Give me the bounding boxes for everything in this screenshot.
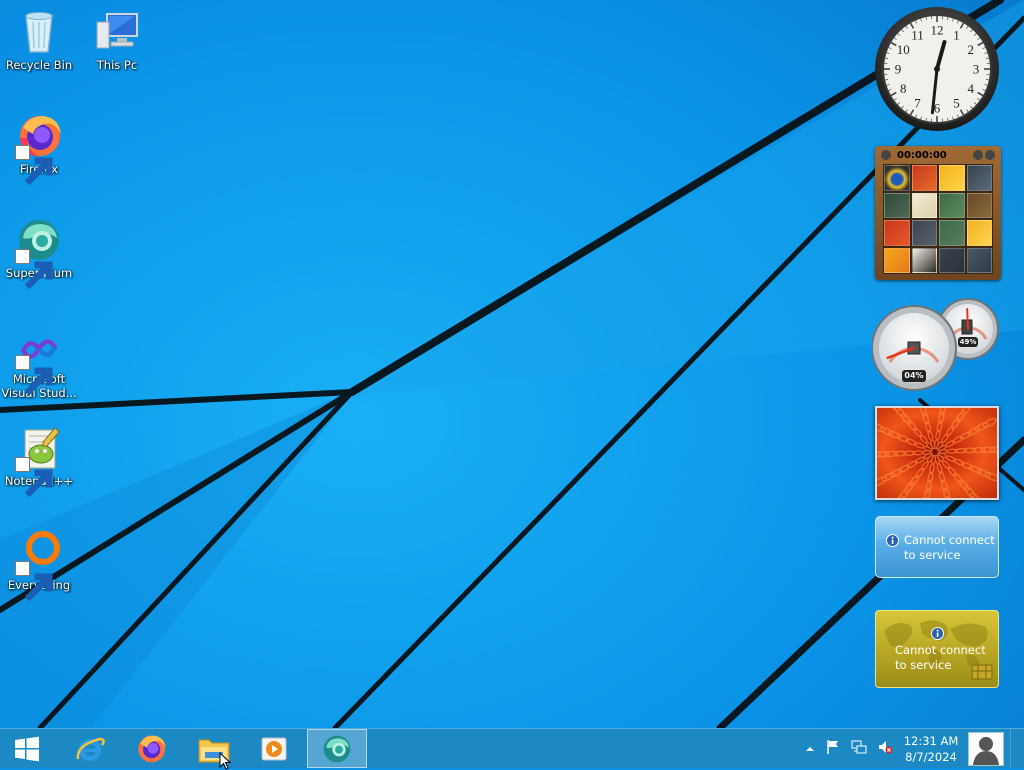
desktop-icon-firefox[interactable]: Firefox xyxy=(0,112,78,176)
clock-numeral: 3 xyxy=(973,62,980,77)
puzzle-tile[interactable] xyxy=(939,193,965,219)
firefox-icon xyxy=(135,733,167,765)
puzzle-tile[interactable] xyxy=(967,220,993,246)
taskbar-firefox[interactable] xyxy=(122,729,180,768)
puzzle-tile[interactable] xyxy=(967,165,993,191)
clock-date: 8/7/2024 xyxy=(898,749,964,765)
puzzle-tile[interactable] xyxy=(939,248,965,274)
cpu-meter-dials xyxy=(872,296,1002,392)
message-line: to service xyxy=(895,658,986,673)
clock-numeral: 7 xyxy=(914,95,921,110)
show-desktop-button[interactable] xyxy=(1010,729,1024,768)
puzzle-tile[interactable] xyxy=(884,248,910,274)
everything-icon xyxy=(15,528,63,576)
puzzle-tile[interactable] xyxy=(884,165,910,191)
clock-numeral: 9 xyxy=(895,62,902,77)
puzzle-tile[interactable] xyxy=(939,165,965,191)
currency-error-message: Cannot connect to service xyxy=(904,533,995,563)
shortcut-arrow-icon xyxy=(15,249,30,264)
puzzle-tile[interactable] xyxy=(967,193,993,219)
supermium-icon xyxy=(15,216,63,264)
action-center-flag-icon[interactable] xyxy=(825,739,841,759)
volume-muted-icon[interactable] xyxy=(877,739,893,759)
recycle-bin-icon xyxy=(15,8,63,56)
taskbar: 12:31 AM 8/7/2024 xyxy=(0,728,1024,768)
desktop-icon-everything[interactable]: Everything xyxy=(0,528,78,592)
desktop-icon-visual-studio[interactable]: Microsoft Visual Stud... xyxy=(0,328,78,400)
desktop-wallpaper xyxy=(0,0,1024,768)
media-player-icon xyxy=(260,735,288,763)
currency-gadget[interactable]: Cannot connect to service xyxy=(875,516,999,578)
info-icon xyxy=(886,534,899,547)
shuffle-icon[interactable] xyxy=(985,150,995,160)
network-icon[interactable] xyxy=(851,739,867,759)
clock-time: 12:31 AM xyxy=(898,733,964,749)
desktop-icon-label: Recycle Bin xyxy=(0,58,78,72)
desktop-icon-supermium[interactable]: Supermium xyxy=(0,216,78,280)
desktop-icon-notepadpp[interactable]: Notepad++ xyxy=(0,424,78,488)
visual-studio-icon xyxy=(15,328,63,370)
slideshow-photo xyxy=(877,408,997,498)
computer-icon xyxy=(93,8,141,56)
cpu-usage-value: 04% xyxy=(902,371,926,380)
taskbar-clock[interactable]: 12:31 AM 8/7/2024 xyxy=(898,733,964,765)
puzzle-tile[interactable] xyxy=(884,193,910,219)
analog-clock-face: 121234567891011 xyxy=(874,6,1000,132)
system-tray xyxy=(800,729,898,768)
desktop-icon-label: This Pc xyxy=(78,58,156,72)
shortcut-arrow-icon xyxy=(15,355,30,370)
clock-gadget[interactable]: 121234567891011 xyxy=(874,6,1000,132)
puzzle-tile[interactable] xyxy=(939,220,965,246)
puzzle-tile[interactable] xyxy=(912,165,938,191)
message-line: to service xyxy=(904,548,995,563)
message-line: Cannot connect xyxy=(895,643,986,658)
clock-numeral: 1 xyxy=(953,28,960,43)
cpu-meter-gadget[interactable]: 04% 49% xyxy=(872,296,1002,392)
show-hidden-icons-icon[interactable] xyxy=(805,739,815,758)
shortcut-arrow-icon xyxy=(15,561,30,576)
weather-error-message: Cannot connect to service xyxy=(895,643,986,673)
puzzle-tile[interactable] xyxy=(912,193,938,219)
puzzle-toolbar: 00:00:00 xyxy=(881,149,995,163)
desktop-icon-recycle-bin[interactable]: Recycle Bin xyxy=(0,8,78,72)
taskbar-file-explorer[interactable] xyxy=(184,729,244,768)
notepadpp-icon xyxy=(15,424,63,472)
taskbar-internet-explorer[interactable] xyxy=(62,729,118,768)
start-button[interactable] xyxy=(0,729,54,768)
memory-usage-value: 49% xyxy=(958,338,978,346)
help-icon[interactable] xyxy=(973,150,983,160)
puzzle-grid xyxy=(883,164,993,274)
desktop-icon-this-pc[interactable]: This Pc xyxy=(78,8,156,72)
internet-explorer-icon xyxy=(74,733,106,765)
info-icon xyxy=(931,627,944,640)
shortcut-arrow-icon xyxy=(15,145,30,160)
puzzle-tile[interactable] xyxy=(912,248,938,274)
firefox-icon xyxy=(15,112,63,160)
clock-numeral: 12 xyxy=(931,23,944,38)
taskbar-supermium[interactable] xyxy=(307,729,367,768)
shortcut-arrow-icon xyxy=(15,457,30,472)
windows-logo-icon xyxy=(14,736,40,762)
puzzle-timer: 00:00:00 xyxy=(897,150,947,161)
user-account-icon[interactable] xyxy=(968,732,1004,766)
clock-numeral: 4 xyxy=(968,81,975,96)
puzzle-tile[interactable] xyxy=(967,248,993,274)
clock-numeral: 5 xyxy=(953,95,960,110)
taskbar-media-player[interactable] xyxy=(246,729,302,768)
clock-numeral: 11 xyxy=(911,28,924,43)
clock-numeral: 10 xyxy=(897,42,910,57)
supermium-icon xyxy=(321,733,353,765)
weather-gadget[interactable]: Cannot connect to service xyxy=(875,610,999,688)
clock-numeral: 8 xyxy=(900,81,907,96)
puzzle-tile[interactable] xyxy=(912,220,938,246)
message-line: Cannot connect xyxy=(904,533,995,548)
slideshow-gadget[interactable] xyxy=(875,406,999,500)
picture-puzzle-gadget[interactable]: 00:00:00 xyxy=(875,146,1001,280)
clock-numeral: 2 xyxy=(968,42,975,57)
mouse-cursor-icon xyxy=(219,752,231,770)
puzzle-timer-icon[interactable] xyxy=(881,150,891,160)
puzzle-tile[interactable] xyxy=(884,220,910,246)
